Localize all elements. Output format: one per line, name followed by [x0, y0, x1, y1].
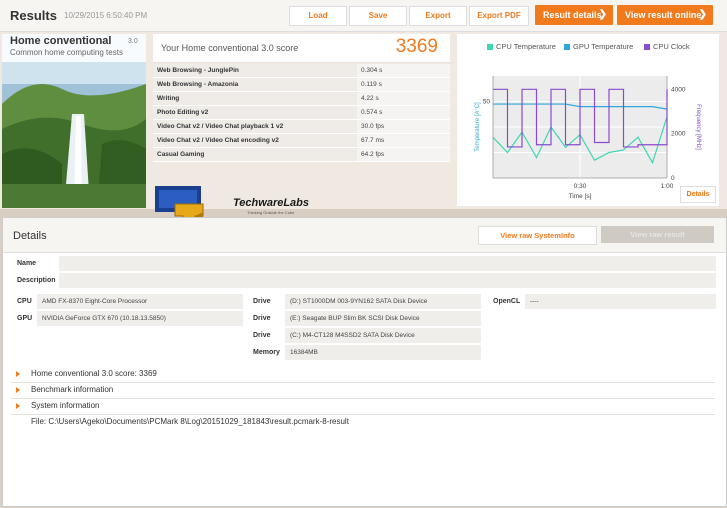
chart-details-button[interactable]: Details	[680, 186, 716, 203]
results-window: Results 10/29/2015 6:50:40 PM Load Save …	[0, 0, 727, 209]
save-button[interactable]: Save	[349, 6, 407, 26]
name-value	[59, 256, 716, 271]
gpu-label: GPU	[17, 315, 33, 322]
table-row: Web Browsing - JunglePin 0.304 s	[153, 64, 450, 78]
drive-value: (C:) M4-CT128 M4SSD2 SATA Disk Device	[285, 328, 481, 343]
results-table: Web Browsing - JunglePin 0.304 s Web Brow…	[153, 64, 450, 162]
drive-label: Drive	[253, 298, 271, 305]
test-value: 64.2 fps	[357, 147, 450, 162]
load-button[interactable]: Load	[289, 6, 347, 26]
expand-arrow-icon	[16, 387, 20, 393]
y-axis-label-right: Frequency [MHz]	[695, 104, 701, 150]
svg-text:TechwareLabs: TechwareLabs	[233, 197, 309, 209]
y-tick-right: 4000	[671, 86, 686, 93]
expand-row-score[interactable]: Home conventional 3.0 score: 3369	[11, 367, 715, 383]
test-value: 67.7 ms	[357, 133, 450, 148]
view-result-online-label: View result online	[625, 10, 702, 20]
score-value: 3369	[395, 36, 438, 57]
test-name: Video Chat v2 / Video Chat playback 1 v2	[153, 119, 357, 134]
result-details-button[interactable]: Result details ❯	[535, 5, 613, 25]
drive-label: Drive	[253, 332, 271, 339]
cpu-value: AMD FX-8370 Eight-Core Processor	[37, 294, 243, 309]
y-tick-right: 2000	[671, 131, 686, 138]
expand-row-benchmark-info[interactable]: Benchmark information	[11, 383, 715, 399]
description-label: Description	[17, 277, 56, 284]
test-value: 0.304 s	[357, 64, 450, 78]
sensor-chart: 50 4000 2000 0 0:30 1:00 Time [s] Temperature […	[475, 76, 701, 200]
view-raw-systeminfo-button[interactable]: View raw SystemInfo	[478, 226, 597, 245]
test-name: Video Chat v2 / Video Chat encoding v2	[153, 133, 357, 148]
test-name: Casual Gaming	[153, 147, 357, 162]
opencl-label: OpenCL	[493, 298, 521, 305]
drive-label: Drive	[253, 315, 271, 322]
row-label: Home conventional 3.0 score: 3369	[31, 369, 157, 378]
y-axis-label-left: Temperature [A°C]	[475, 102, 481, 152]
memory-value: 16384MB	[285, 345, 481, 360]
test-name: Writing	[153, 91, 357, 106]
description-value	[59, 273, 716, 288]
export-pdf-button[interactable]: Export PDF	[469, 6, 529, 26]
results-title: Results	[10, 8, 57, 23]
opencl-value: ----	[525, 294, 716, 309]
test-name: Web Browsing - JunglePin	[153, 64, 357, 78]
test-value: 30.0 fps	[357, 119, 450, 134]
result-date: 10/29/2015 6:50:40 PM	[64, 11, 148, 20]
benchmark-name: Home conventional	[10, 35, 112, 47]
svg-text:Thinking Outside the Cube: Thinking Outside the Cube	[247, 210, 295, 215]
row-label: System information	[31, 401, 100, 410]
table-row: Casual Gaming 64.2 fps	[153, 147, 450, 162]
name-label: Name	[17, 260, 37, 267]
table-row: Writing 4.22 s	[153, 91, 450, 106]
table-row: Video Chat v2 / Video Chat playback 1 v2…	[153, 119, 450, 134]
memory-label: Memory	[253, 349, 280, 356]
x-tick: 0:30	[574, 183, 587, 190]
chevron-right-icon: ❯	[698, 9, 707, 20]
details-header: Details View raw SystemInfo View raw res…	[3, 218, 726, 253]
chevron-right-icon: ❯	[598, 9, 607, 20]
table-row: Video Chat v2 / Video Chat encoding v2 67…	[153, 133, 450, 148]
score-box: Your Home conventional 3.0 score 3369	[153, 34, 450, 63]
test-value: 0.574 s	[357, 105, 450, 120]
test-name: Web Browsing - Amazonia	[153, 77, 357, 92]
x-axis-label: Time [s]	[569, 193, 592, 200]
gpu-value: NVIDIA GeForce GTX 670 (10.18.13.5850)	[37, 311, 243, 326]
expand-arrow-icon	[16, 371, 20, 377]
expand-arrow-icon	[16, 403, 20, 409]
benchmark-subtitle: Common home computing tests	[10, 48, 123, 57]
test-value: 0.119 s	[357, 77, 450, 92]
expand-row-system-info[interactable]: System information	[11, 399, 715, 415]
drive-value: (D:) ST1000DM 003-9YN162 SATA Disk Devic…	[285, 294, 481, 309]
table-row: Photo Editing v2 0.574 s	[153, 105, 450, 120]
y-tick-right: 0	[671, 175, 675, 182]
result-file-path: File: C:\Users\Ageko\Documents\PCMark 8\…	[31, 417, 349, 426]
benchmark-version: 3.0	[128, 38, 138, 45]
x-tick: 1:00	[661, 183, 674, 190]
details-window: Details View raw SystemInfo View raw res…	[2, 217, 727, 507]
y-tick-left: 50	[483, 99, 491, 106]
export-button[interactable]: Export	[409, 6, 467, 26]
test-value: 4.22 s	[357, 91, 450, 106]
result-details-label: Result details	[543, 10, 602, 20]
test-name: Photo Editing v2	[153, 105, 357, 120]
results-header: Results 10/29/2015 6:50:40 PM Load Save …	[0, 0, 727, 32]
cpu-label: CPU	[17, 298, 32, 305]
drive-value: (E:) Seagate BUP Slim BK SCSI Disk Devic…	[285, 311, 481, 326]
sensor-chart-panel: CPU Temperature GPU Temperature CPU Cloc…	[457, 34, 719, 206]
table-row: Web Browsing - Amazonia 0.119 s	[153, 77, 450, 92]
score-label: Your Home conventional 3.0 score	[161, 43, 299, 53]
view-result-online-button[interactable]: View result online ❯	[617, 5, 713, 25]
view-raw-result-button[interactable]: View raw result	[601, 226, 714, 243]
details-title: Details	[13, 230, 47, 242]
row-label: Benchmark information	[31, 385, 114, 394]
